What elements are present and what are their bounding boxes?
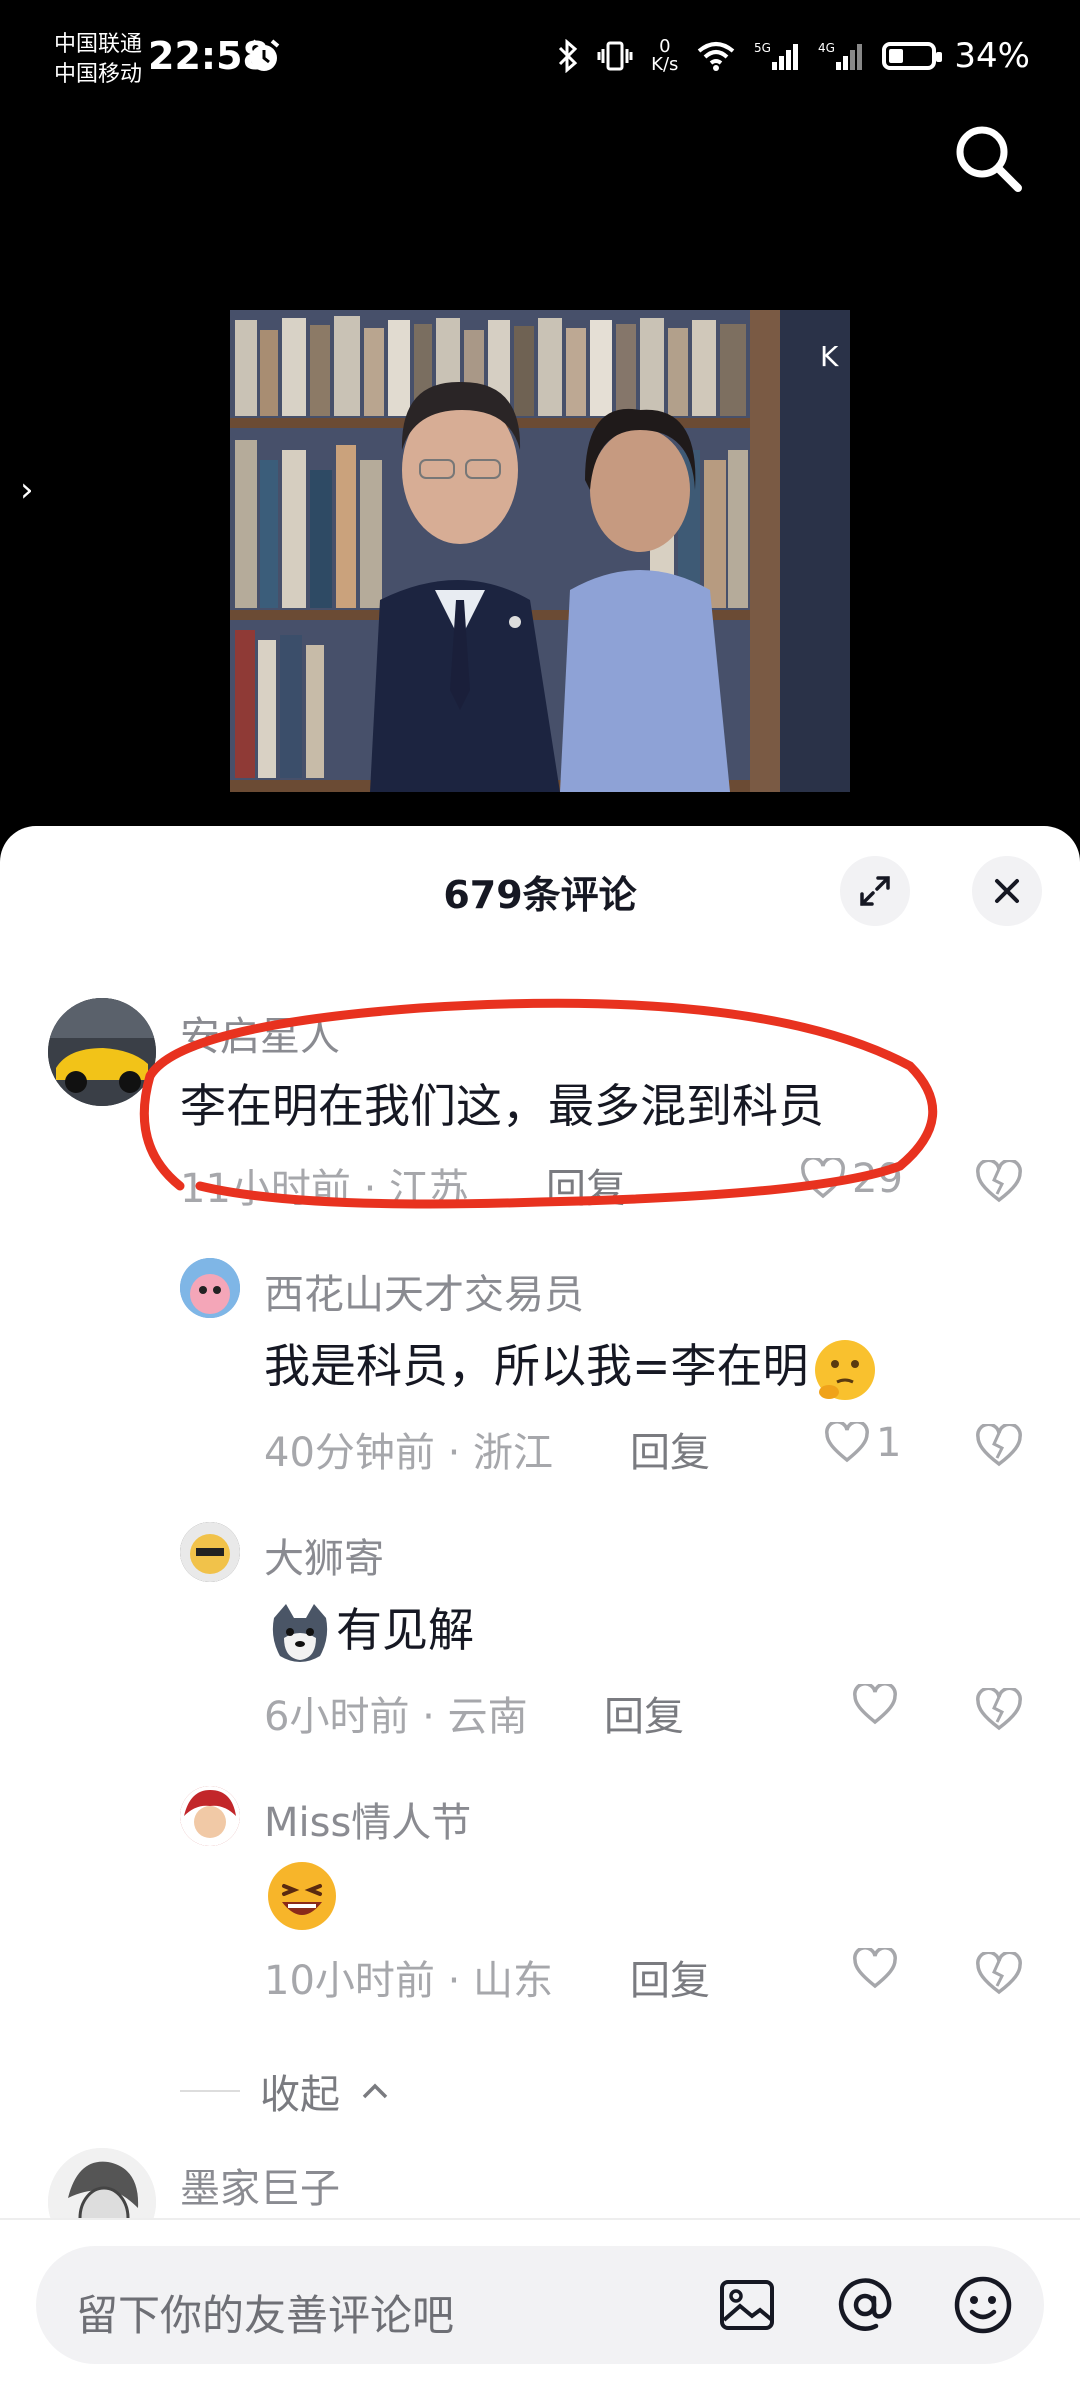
battery-icon: [882, 42, 943, 70]
comment-text-content: 我是科员，所以我=李在明: [264, 1339, 809, 1393]
comment-meta: 6小时前 · 云南: [264, 1694, 528, 1740]
video-player[interactable]: K: [230, 310, 850, 792]
expand-icon: [860, 876, 890, 906]
bluetooth-icon: [559, 39, 578, 73]
chevron-up-icon: [362, 2083, 388, 2099]
signal-4g-icon: 4G: [818, 41, 863, 70]
like-button[interactable]: 1: [824, 1420, 901, 1466]
comment-username[interactable]: 西花山天才交易员: [264, 1262, 584, 1320]
comment-input-bar: 留下你的友善评论吧: [0, 2218, 1080, 2390]
heart-icon: [853, 1684, 897, 1725]
comment-text: 我是科员，所以我=李在明: [264, 1330, 881, 1406]
like-count: 1: [876, 1420, 902, 1466]
dislike-icon[interactable]: [974, 1424, 1024, 1468]
status-bar: 中国联通 中国移动 22:58 0 K/s 5G 4G 34%: [0, 0, 1080, 120]
avatar[interactable]: [180, 1258, 240, 1318]
heart-icon: [853, 1948, 897, 1989]
comment-username[interactable]: 墨家巨子: [180, 2156, 340, 2214]
net-speed: 0 K/s: [651, 38, 678, 74]
battery-fill: [889, 49, 904, 63]
collapse-label: 收起: [260, 2072, 340, 2118]
avatar-image: [180, 1786, 240, 1846]
reply-button[interactable]: 回复: [604, 1684, 684, 1742]
alarm-icon: [248, 39, 280, 71]
dislike-icon[interactable]: [974, 1952, 1024, 1996]
comment-text: 有见解: [264, 1594, 474, 1670]
laughing-emoji-icon: [268, 1862, 336, 1930]
signal-5g-icon: 5G: [754, 41, 799, 70]
search-icon[interactable]: [950, 120, 1026, 196]
emoji-icon[interactable]: [950, 2272, 1016, 2338]
net-speed-unit: K/s: [651, 54, 679, 75]
expand-button[interactable]: [840, 856, 910, 926]
comment-text-content: 有见解: [336, 1603, 474, 1657]
red-annotation-ellipse: [139, 998, 938, 1209]
comments-count-title: 679条评论: [443, 873, 637, 917]
avatar[interactable]: [180, 1786, 240, 1846]
comment-text: [264, 1858, 340, 1934]
collapse-replies-button[interactable]: 收起: [180, 2062, 390, 2120]
dislike-icon[interactable]: [974, 1160, 1024, 1204]
heart-icon: [825, 1422, 869, 1463]
avatar-image: [180, 1258, 240, 1318]
mention-icon[interactable]: [832, 2272, 898, 2338]
carrier-2: 中国移动: [54, 62, 143, 87]
battery-percent: 34%: [954, 36, 1030, 76]
vibrate-icon: [597, 41, 633, 71]
avatar-image: [180, 1522, 240, 1582]
dislike-icon[interactable]: [974, 1688, 1024, 1732]
like-button[interactable]: [852, 1684, 904, 1726]
comment-meta: 40分钟前 · 浙江: [264, 1430, 554, 1476]
svg-text:4G: 4G: [818, 41, 835, 55]
close-icon: [995, 879, 1019, 903]
collapse-divider: [180, 2090, 240, 2092]
svg-text:5G: 5G: [754, 41, 771, 55]
like-button[interactable]: [852, 1948, 904, 1990]
reply-button[interactable]: 回复: [630, 1420, 710, 1478]
husky-emoji-icon: [272, 1603, 328, 1662]
comment-input[interactable]: 留下你的友善评论吧: [36, 2246, 1044, 2364]
carrier-labels: 中国联通 中国移动: [54, 30, 142, 90]
thinking-emoji-icon: [814, 1339, 875, 1400]
chevron-right-icon[interactable]: ›: [20, 470, 34, 510]
comment-input-placeholder: 留下你的友善评论吧: [76, 2291, 455, 2340]
comment-username[interactable]: 大狮寄: [264, 1526, 384, 1584]
reply-button[interactable]: 回复: [630, 1948, 710, 2006]
close-button[interactable]: [972, 856, 1042, 926]
video-frame: K: [230, 310, 850, 792]
comment-meta: 10小时前 · 山东: [264, 1958, 554, 2004]
status-icons: 0 K/s 5G 4G 34%: [557, 36, 1030, 76]
image-icon[interactable]: [714, 2272, 780, 2338]
avatar[interactable]: [180, 1522, 240, 1582]
comment-username[interactable]: Miss情人节: [264, 1790, 471, 1848]
comments-sheet: 679条评论 安启星人 李在明在我们这，最多混到科员 11小时前 · 江苏 回复…: [0, 826, 1080, 2388]
video-watermark: K: [820, 340, 839, 373]
carrier-1: 中国联通: [54, 32, 143, 57]
wifi-icon: [698, 42, 735, 71]
